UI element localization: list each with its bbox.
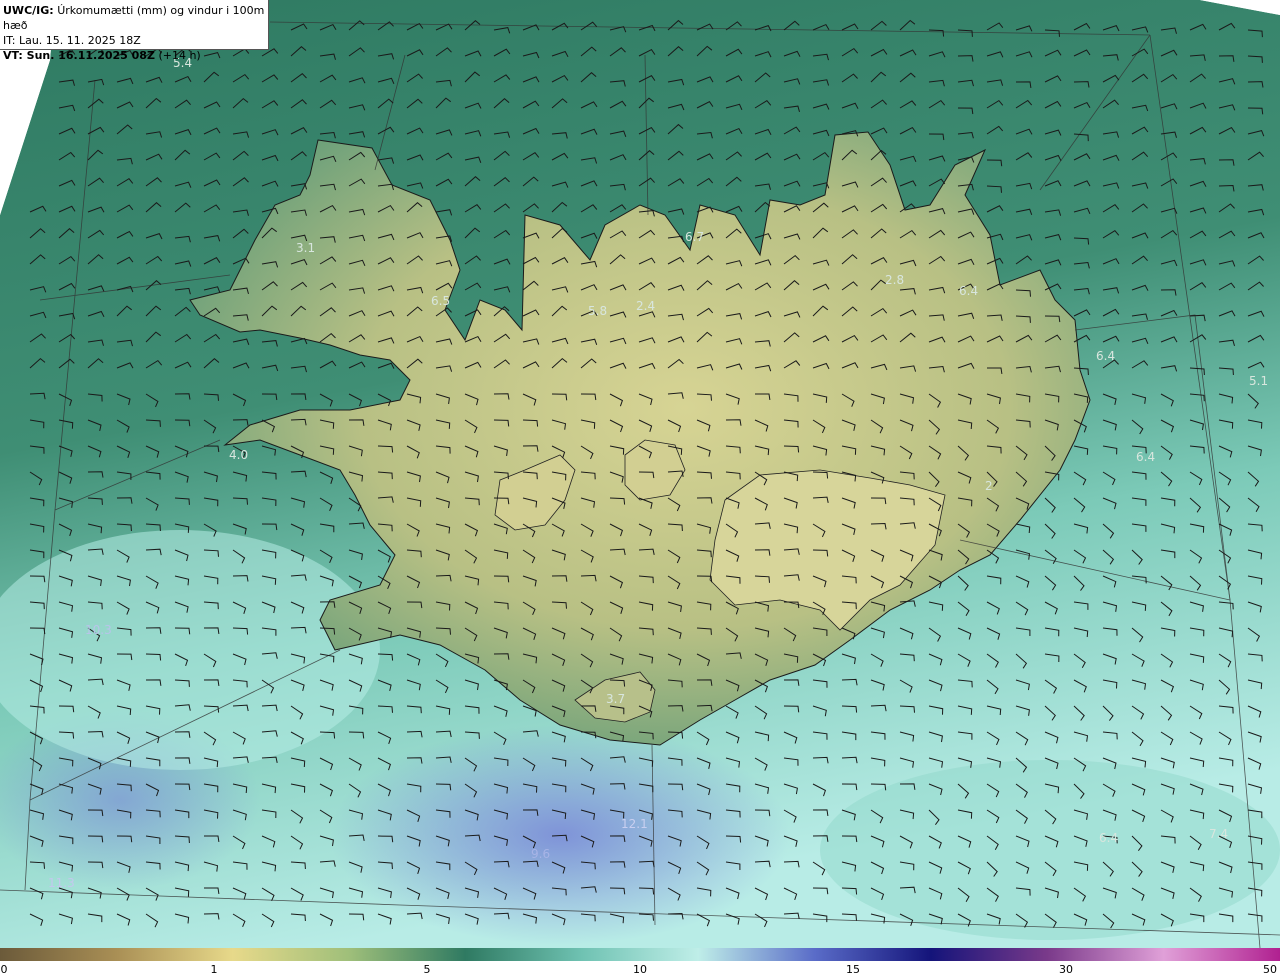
map-value-label: 10.3 — [85, 623, 112, 637]
init-time: IT: Lau. 15. 11. 2025 18Z — [3, 34, 141, 47]
map-value-label: 6.4 — [1099, 831, 1118, 845]
map-value-label: 6.4 — [959, 284, 978, 298]
map-title-box: UWC/IG: Úrkomumætti (mm) og vindur i 100… — [0, 0, 269, 62]
forecast-lead: (+14 h) — [158, 49, 201, 62]
colorbar-tick-label: 1 — [210, 963, 218, 976]
map-value-label: 12.1 — [621, 817, 648, 831]
map-value-label: 7.4 — [1209, 827, 1228, 841]
colorbar-tick-label: 30 — [1059, 963, 1073, 976]
colorbar-strip — [0, 948, 1280, 961]
heavy-precip-area — [330, 725, 790, 945]
map-value-label: 3.1 — [296, 241, 315, 255]
map-value-label: 6.4 — [1136, 450, 1155, 464]
colorbar-tick-label: 5 — [423, 963, 431, 976]
valid-time: VT: Sun. 16.11.2025 08Z — [3, 49, 155, 62]
map-value-label: 11.3 — [48, 876, 75, 890]
colorbar-tick-label: 15 — [846, 963, 860, 976]
precipitation-wind-map[interactable]: 5.4 3.1 6.5 5.8 2.4 6.7 2.8 6.4 6.4 5.1 … — [0, 0, 1280, 948]
map-value-label: 2.4 — [636, 299, 655, 313]
map-value-label: 6.7 — [685, 230, 704, 244]
colorbar-tick-label: 50 — [1263, 963, 1277, 976]
map-value-label: 3.7 — [606, 692, 625, 706]
moderate-precip-area — [820, 760, 1280, 940]
map-value-label: 2 — [985, 479, 993, 493]
colorbar-tick-label: 0 — [0, 963, 8, 976]
colorbar: 0 1 5 10 15 30 50 — [0, 948, 1280, 978]
map-value-label: 6.4 — [1096, 349, 1115, 363]
map-value-label: 4.0 — [229, 448, 248, 462]
title-line: UWC/IG: Úrkomumætti (mm) og vindur i 100… — [3, 3, 268, 33]
model-code: UWC/IG: — [3, 4, 54, 17]
valid-time-line: VT: Sun. 16.11.2025 08Z (+14 h) — [3, 48, 268, 63]
map-value-label: 5.1 — [1249, 374, 1268, 388]
map-value-label: 5.8 — [588, 304, 607, 318]
map-value-label: 2.8 — [885, 273, 904, 287]
map-value-label: 9.6 — [531, 847, 550, 861]
colorbar-tick-label: 10 — [633, 963, 647, 976]
map-value-label: 6.5 — [431, 294, 450, 308]
